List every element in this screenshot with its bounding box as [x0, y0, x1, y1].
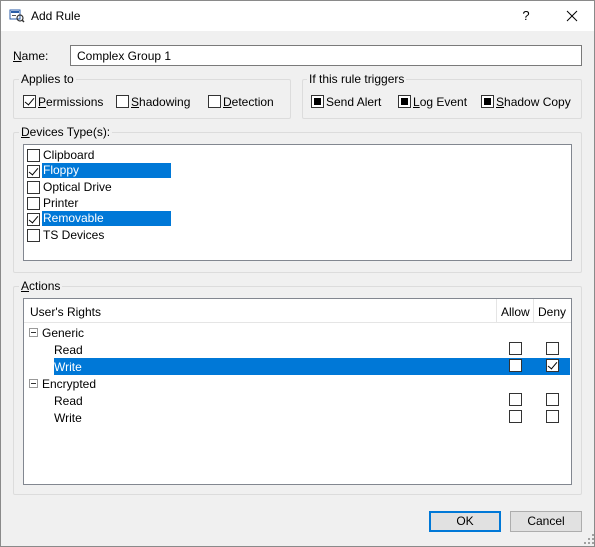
detection-checkbox[interactable]	[208, 95, 221, 108]
list-item[interactable]: Clipboard	[26, 147, 171, 163]
right-name: Write	[54, 360, 82, 374]
shadow-copy-label[interactable]: Shadow Copy	[496, 95, 571, 109]
table-row[interactable]: Write	[24, 358, 571, 375]
shadowing-label[interactable]: Shadowing	[131, 95, 190, 109]
send-alert-label[interactable]: Send Alert	[326, 95, 381, 109]
selection-highlight	[54, 358, 570, 375]
ok-button[interactable]: OK	[429, 511, 501, 532]
resize-grip-icon[interactable]	[584, 534, 594, 544]
device-label: Clipboard	[43, 148, 95, 162]
column-divider	[496, 299, 497, 323]
permissions-label[interactable]: Permissions	[38, 95, 103, 109]
tree-group-row[interactable]: Encrypted	[24, 375, 571, 392]
add-rule-dialog: Add Rule ? Name: Applies to Permissions …	[0, 0, 595, 547]
device-label: TS Devices	[43, 228, 105, 242]
deny-checkbox[interactable]	[546, 393, 559, 406]
list-item[interactable]: Removable	[26, 211, 171, 227]
deny-checkbox[interactable]	[546, 410, 559, 423]
title-bar: Add Rule ?	[1, 1, 594, 31]
applies-to-label: Applies to	[19, 72, 76, 86]
shadowing-checkbox[interactable]	[116, 95, 129, 108]
column-divider	[533, 299, 534, 323]
allow-checkbox[interactable]	[509, 359, 522, 372]
deny-checkbox[interactable]	[546, 342, 559, 355]
tree-group-row[interactable]: Generic	[24, 324, 571, 341]
device-label: Removable	[42, 211, 171, 226]
minus-box-icon[interactable]	[29, 379, 38, 388]
deny-checkbox[interactable]	[546, 359, 559, 372]
permissions-checkbox[interactable]	[23, 95, 36, 108]
device-label: Printer	[43, 196, 79, 210]
ts-devices-checkbox[interactable]	[27, 229, 40, 242]
right-name: Read	[54, 394, 83, 408]
shadow-copy-checkbox[interactable]	[481, 95, 494, 108]
allow-checkbox[interactable]	[509, 342, 522, 355]
rights-grid[interactable]: User's Rights Allow Deny Generic Read Wr…	[23, 298, 572, 485]
right-name: Write	[54, 411, 82, 425]
device-types-label: Devices Type(s):	[19, 125, 113, 139]
allow-checkbox[interactable]	[509, 410, 522, 423]
list-item[interactable]: Optical Drive	[26, 179, 171, 195]
clipboard-checkbox[interactable]	[27, 149, 40, 162]
table-row[interactable]: Read	[24, 341, 571, 358]
name-input[interactable]	[70, 45, 582, 66]
cancel-button[interactable]: Cancel	[510, 511, 582, 532]
device-label: Floppy	[42, 163, 171, 178]
group-name: Generic	[42, 326, 85, 340]
grid-header: User's Rights Allow Deny	[24, 299, 571, 323]
group-name: Encrypted	[42, 377, 97, 391]
name-label: Name:	[13, 49, 49, 63]
log-event-checkbox[interactable]	[398, 95, 411, 108]
table-row[interactable]: Read	[24, 392, 571, 409]
printer-checkbox[interactable]	[27, 197, 40, 210]
column-header-deny[interactable]: Deny	[538, 305, 566, 319]
close-button[interactable]	[557, 1, 587, 31]
log-event-label[interactable]: Log Event	[413, 95, 467, 109]
close-icon	[566, 10, 578, 22]
list-item[interactable]: Printer	[26, 195, 171, 211]
optical-drive-checkbox[interactable]	[27, 181, 40, 194]
allow-checkbox[interactable]	[509, 393, 522, 406]
help-button[interactable]: ?	[516, 1, 536, 31]
list-item[interactable]: TS Devices	[26, 227, 171, 243]
window-title: Add Rule	[31, 9, 81, 23]
removable-checkbox[interactable]	[27, 213, 40, 226]
list-item[interactable]: Floppy	[26, 163, 171, 179]
minus-box-icon[interactable]	[29, 328, 38, 337]
triggers-label: If this rule triggers	[307, 72, 407, 86]
actions-label: Actions	[19, 279, 63, 293]
send-alert-checkbox[interactable]	[311, 95, 324, 108]
floppy-checkbox[interactable]	[27, 165, 40, 178]
right-name: Read	[54, 343, 83, 357]
table-row[interactable]: Write	[24, 409, 571, 426]
device-label: Optical Drive	[43, 180, 112, 194]
rule-icon	[9, 9, 25, 23]
column-header-rights[interactable]: User's Rights	[30, 305, 101, 319]
device-types-list[interactable]: Clipboard Floppy Optical Drive Printer R…	[23, 144, 572, 261]
column-header-allow[interactable]: Allow	[501, 305, 530, 319]
detection-label[interactable]: Detection	[223, 95, 274, 109]
